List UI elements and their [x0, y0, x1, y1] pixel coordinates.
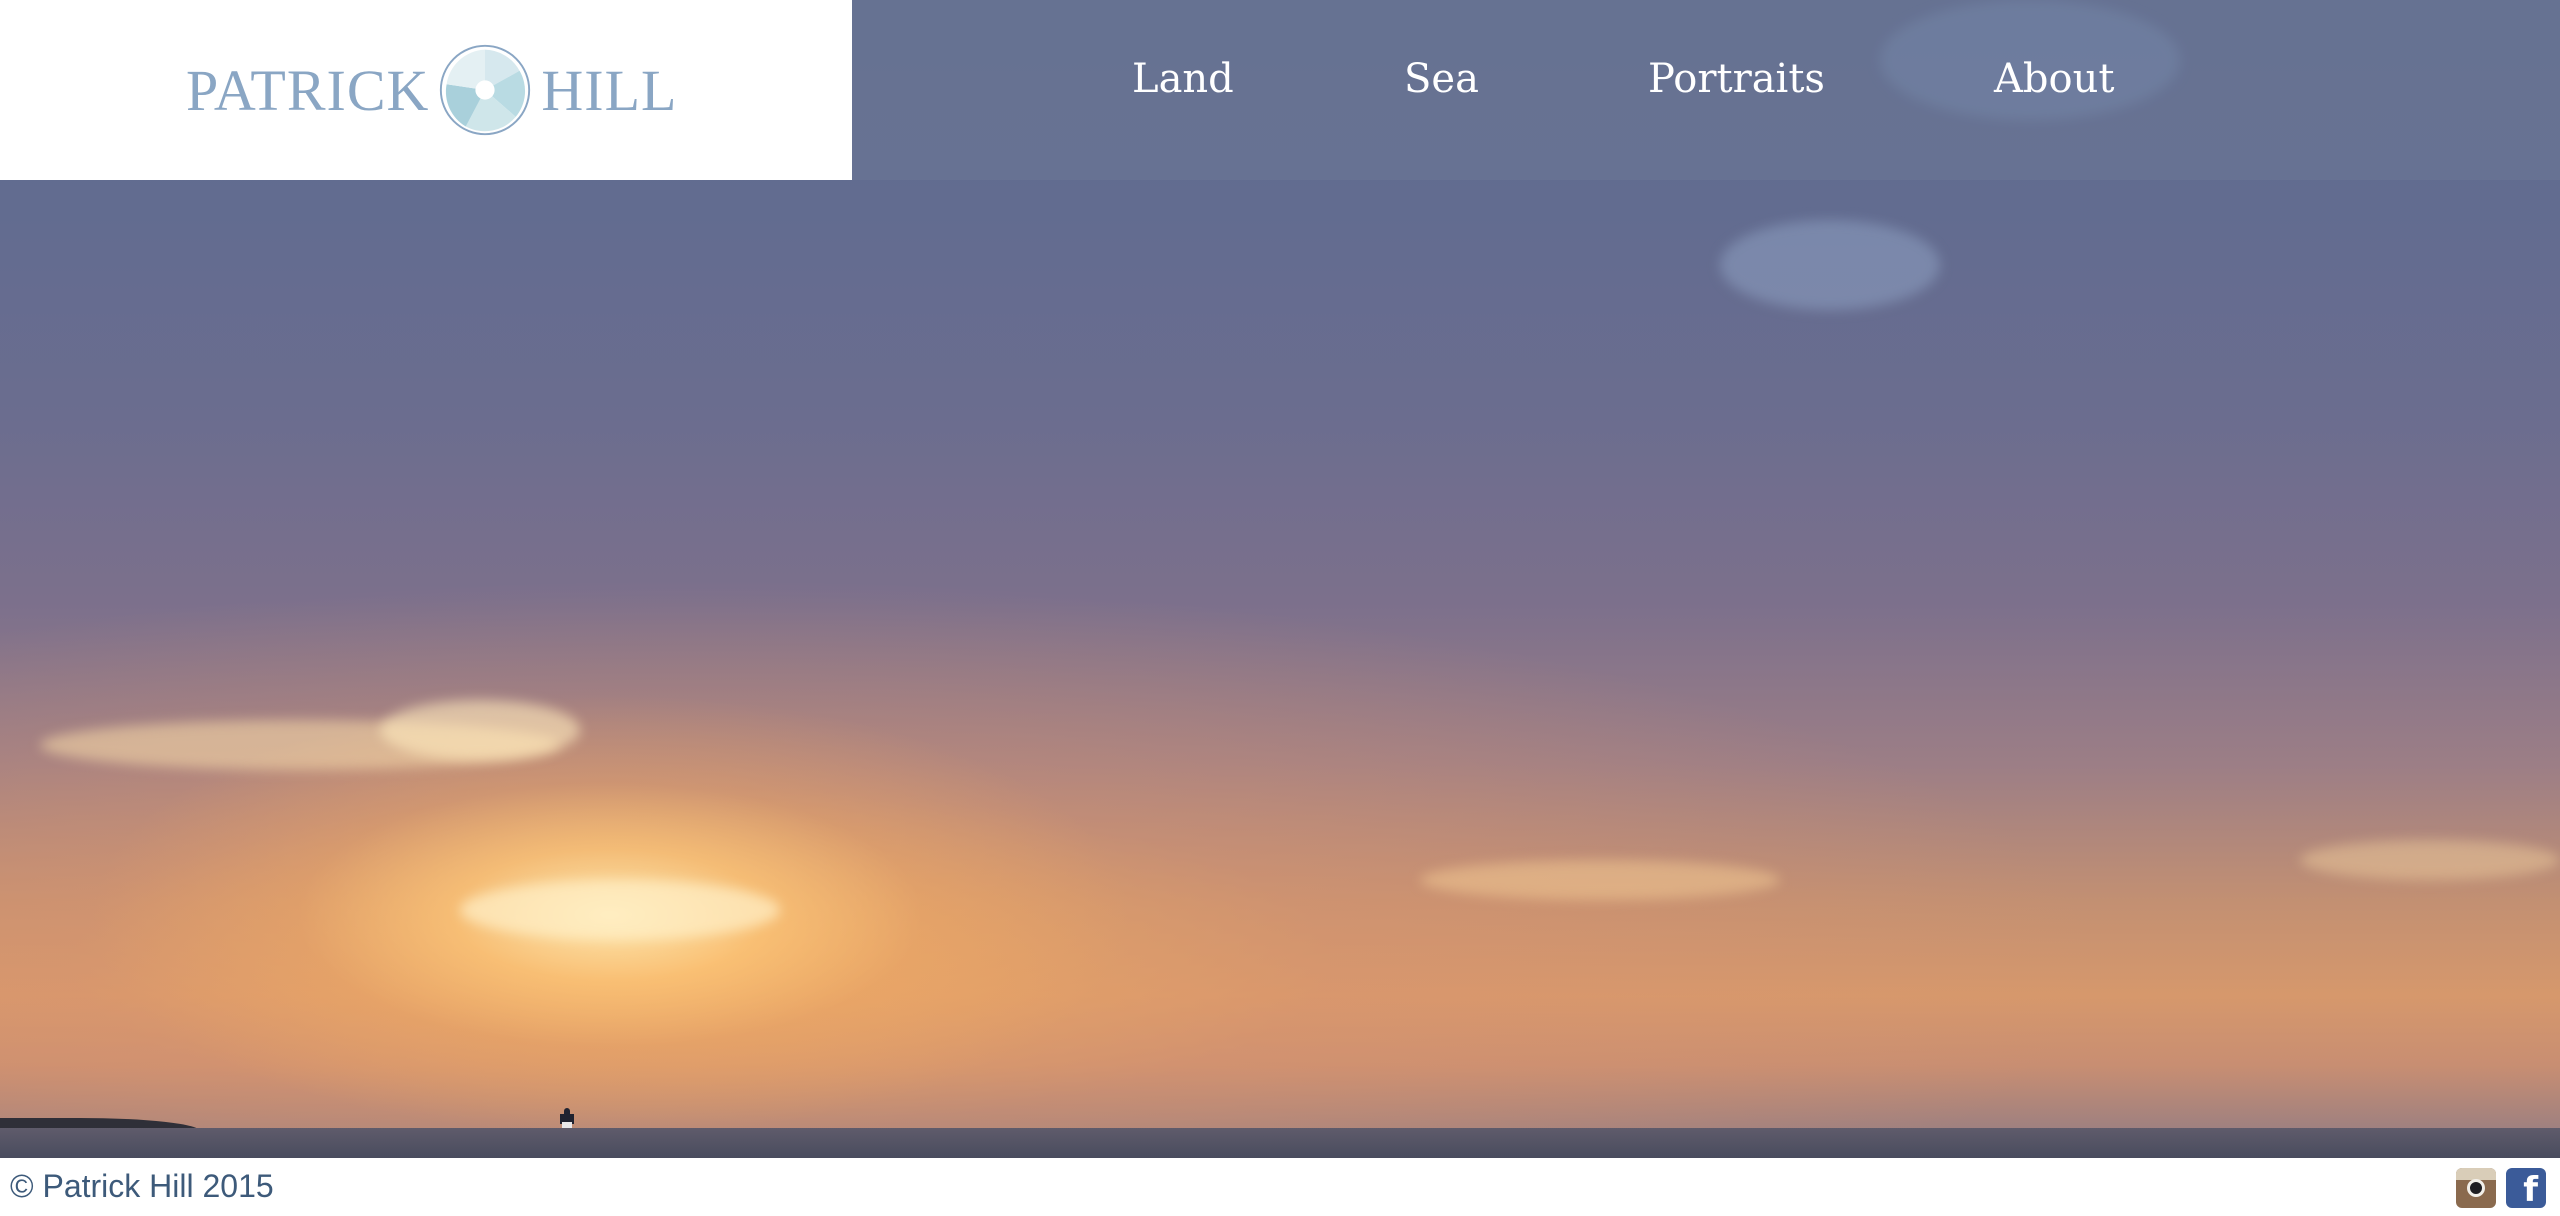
copyright-text: © Patrick Hill 2015: [10, 1168, 274, 1204]
nav-item-portraits[interactable]: Portraits: [1648, 56, 1825, 102]
facebook-icon[interactable]: f: [2506, 1168, 2546, 1210]
footer: © Patrick Hill 2015 f: [0, 1158, 2560, 1216]
nav-item-about[interactable]: About: [1994, 56, 2114, 102]
site-logo[interactable]: PATRICK HILL: [186, 40, 677, 140]
aperture-icon: [440, 44, 531, 136]
main-nav: Land Sea Portraits About: [852, 0, 2560, 180]
page: PATRICK HILL Land Sea Portraits About © …: [0, 0, 2560, 1216]
logo-text-first: PATRICK: [186, 57, 430, 123]
logo-container: PATRICK HILL: [0, 0, 852, 180]
instagram-icon[interactable]: [2456, 1168, 2496, 1208]
nav-item-land[interactable]: Land: [1132, 56, 1234, 102]
nav-item-sea[interactable]: Sea: [1404, 56, 1479, 102]
logo-text-last: HILL: [541, 57, 678, 123]
sea-horizon: [0, 1128, 2560, 1158]
